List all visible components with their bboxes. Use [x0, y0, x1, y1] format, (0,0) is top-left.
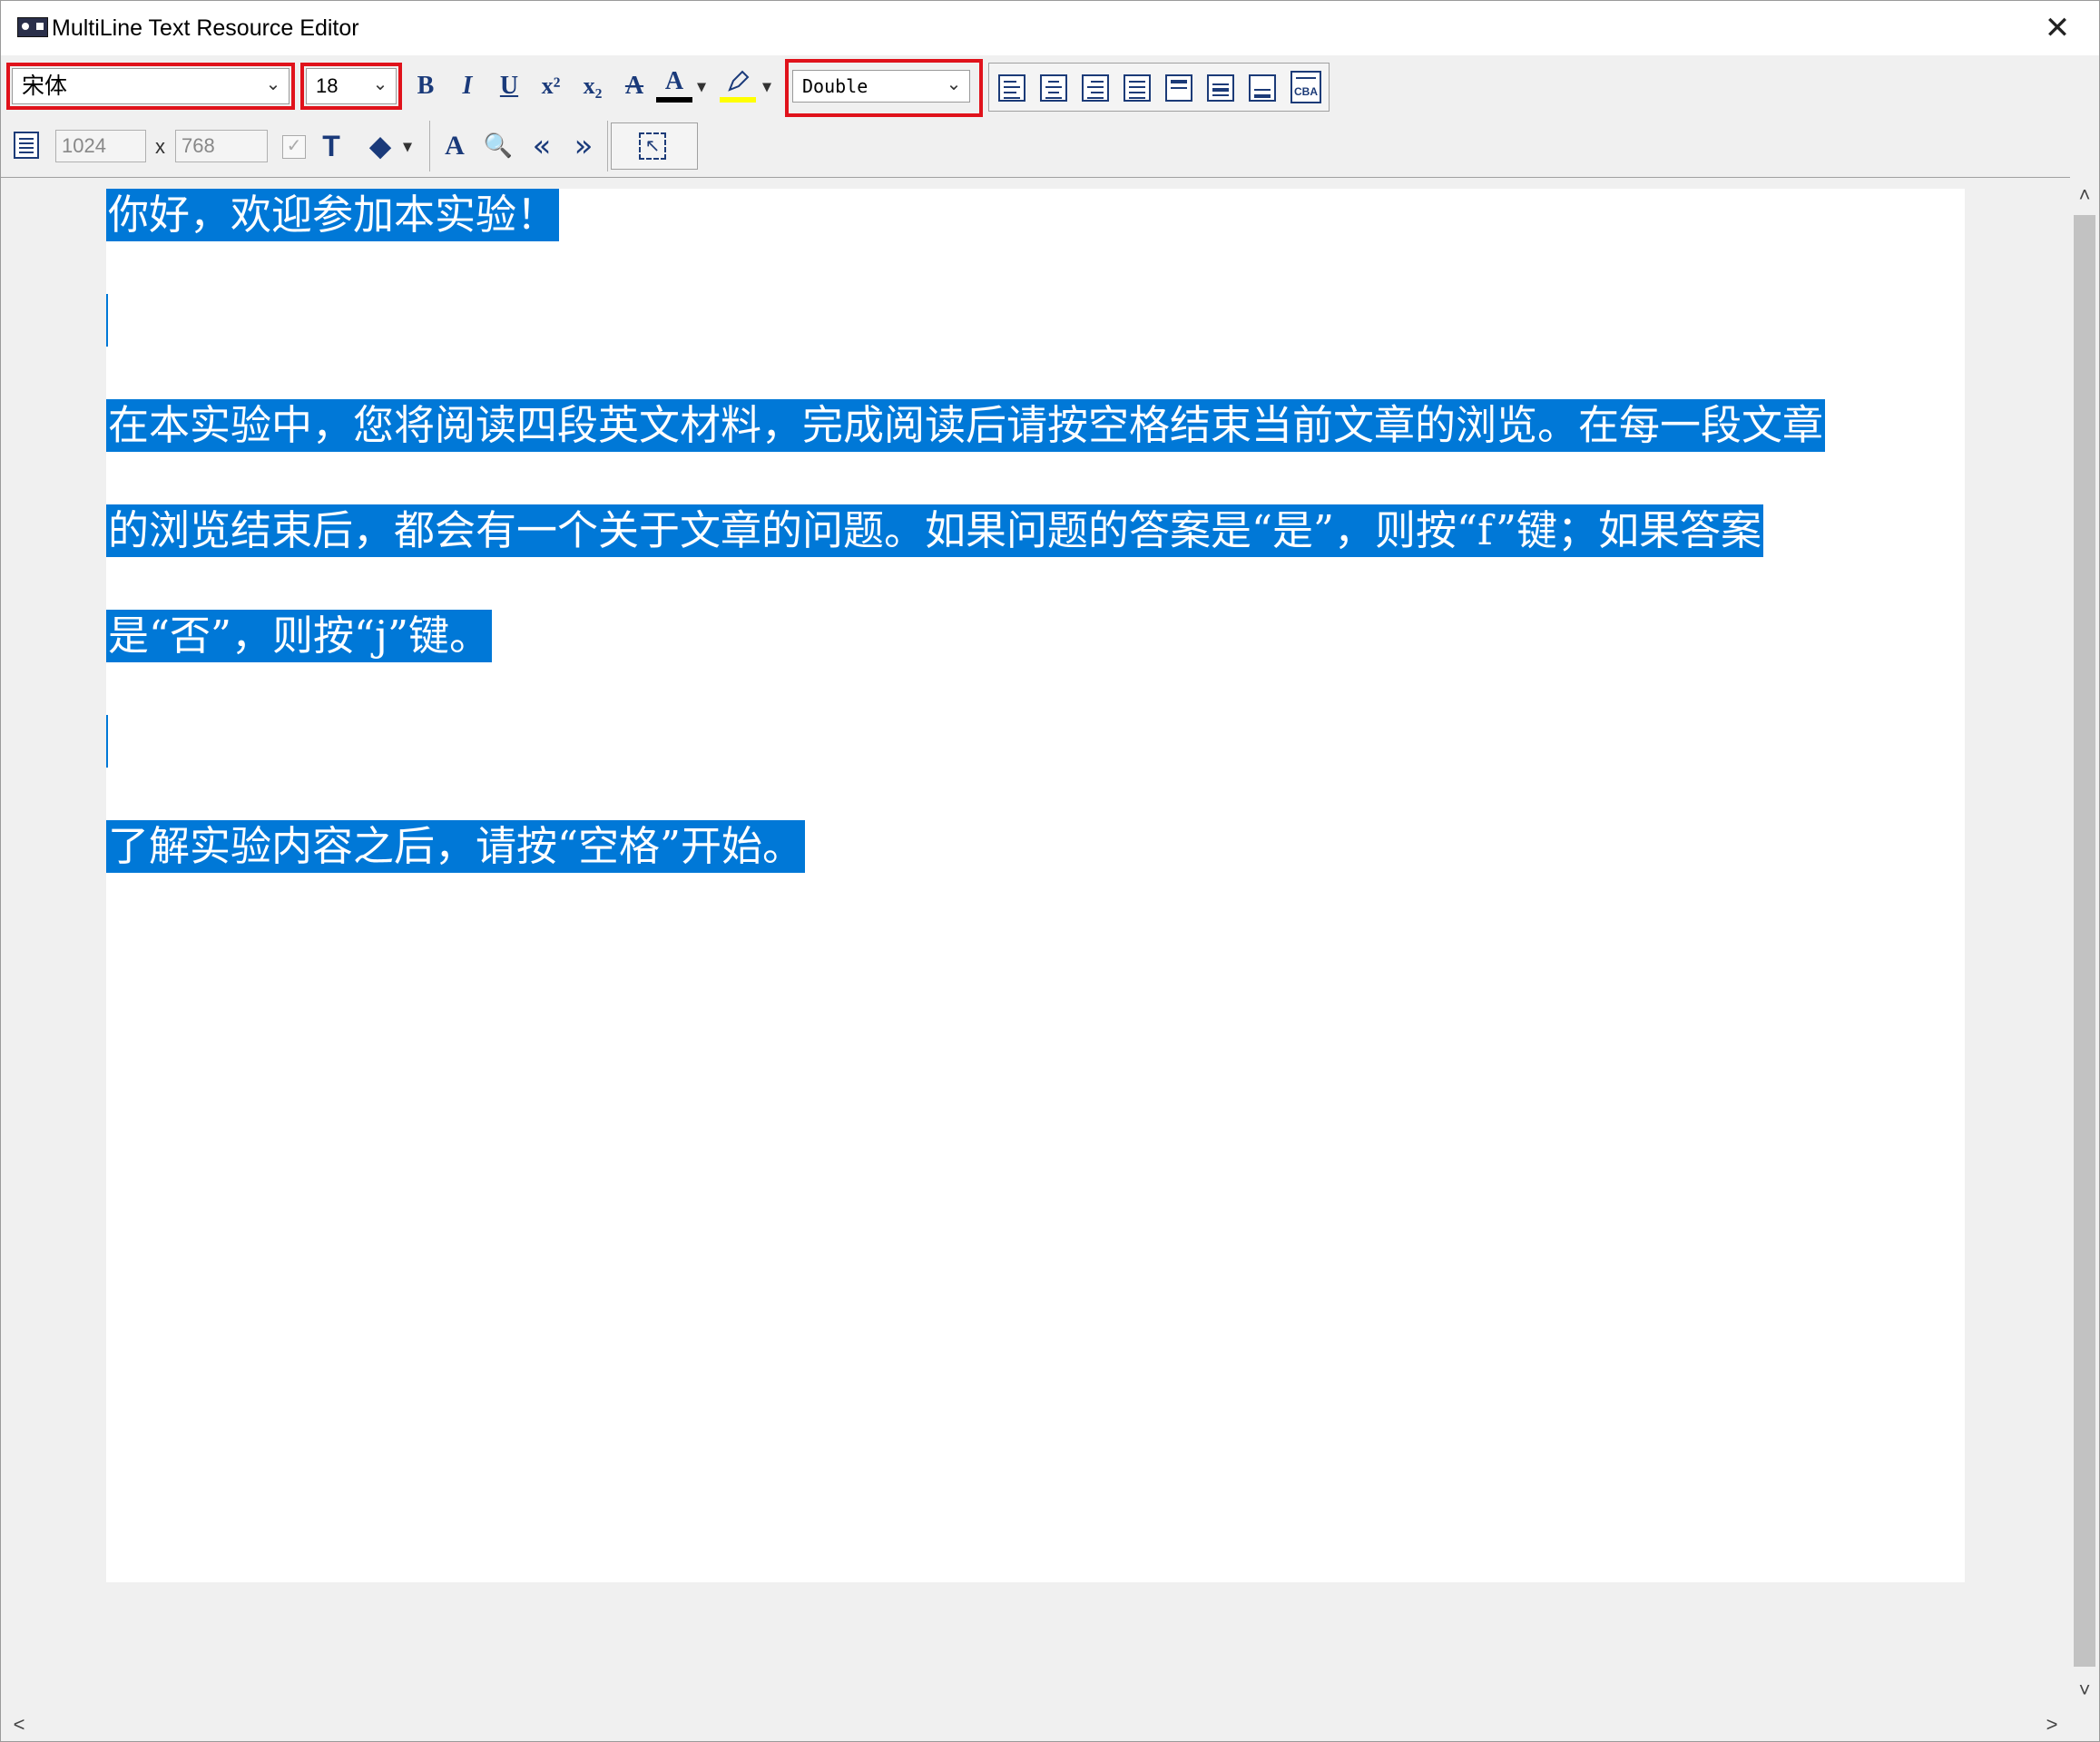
text-page[interactable]: 你好，欢迎参加本实验！ 在本实验中，您将阅读四段英文材料，完成阅读后请按空格结束… [106, 189, 1965, 1582]
vertical-scrollbar[interactable]: ˄ ˅ [2070, 177, 2099, 1708]
scroll-right-icon[interactable]: > [2037, 1710, 2066, 1739]
canvas-toolbar: 1024 x 768 ✓ T ◆ ▾ A 🔍 « » ↖ [1, 117, 2099, 175]
font-color-dropdown-icon[interactable]: ▾ [691, 68, 712, 104]
find-icon[interactable]: 🔍 [480, 128, 516, 164]
italic-button[interactable]: I [449, 68, 486, 104]
scroll-down-icon[interactable]: ˅ [2070, 1676, 2099, 1705]
window-title: MultiLine Text Resource Editor [52, 15, 359, 41]
next-button[interactable]: » [565, 128, 602, 164]
font-settings-icon[interactable]: A [437, 128, 473, 164]
page-settings-icon[interactable] [14, 132, 39, 159]
text-button[interactable]: T [313, 128, 349, 164]
superscript-button[interactable]: x² [533, 68, 569, 104]
scrollbar-corner [2070, 1708, 2099, 1741]
underline-button[interactable]: U [491, 68, 527, 104]
empty-line-caret [106, 715, 108, 768]
alignment-group: CBA [988, 63, 1330, 112]
scroll-left-icon[interactable]: < [5, 1710, 34, 1739]
scroll-up-icon[interactable]: ˄ [2070, 181, 2099, 210]
text-line-7[interactable]: 了解实验内容之后，请按“空格”开始。 [106, 820, 806, 873]
align-left-icon[interactable] [998, 74, 1025, 102]
marker-icon [728, 70, 750, 92]
close-button[interactable]: ✕ [2016, 1, 2099, 55]
strikethrough-button[interactable]: A [616, 68, 653, 104]
highlight-dropdown-icon[interactable]: ▾ [756, 68, 778, 104]
font-size-highlight [300, 63, 402, 110]
title-bar: MultiLine Text Resource Editor ✕ [1, 1, 2099, 55]
font-name-highlight [6, 63, 295, 110]
fill-color-dropdown-icon[interactable]: ▾ [397, 128, 418, 164]
text-line-3[interactable]: 在本实验中，您将阅读四段英文材料，完成阅读后请按空格结束当前文章的浏览。在每一段… [106, 399, 1826, 452]
select-pointer-icon[interactable]: ↖ [639, 132, 666, 160]
select-tool-group: ↖ [611, 122, 698, 170]
toolbar-separator [429, 121, 430, 171]
fill-color-icon[interactable]: ◆ [362, 128, 398, 164]
transparent-checkbox[interactable]: ✓ [282, 135, 306, 159]
editor-canvas[interactable]: 你好，欢迎参加本实验！ 在本实验中，您将阅读四段英文材料，完成阅读后请按空格结束… [1, 177, 2070, 1709]
horizontal-scrollbar[interactable]: < > [1, 1708, 2070, 1741]
align-middle-icon[interactable] [1207, 74, 1234, 102]
line-spacing-highlight [785, 59, 983, 117]
highlight-button[interactable] [720, 66, 756, 103]
text-line-1[interactable]: 你好，欢迎参加本实验！ [106, 189, 560, 241]
font-color-button[interactable]: A [656, 66, 692, 103]
subscript-button[interactable]: x₂ [574, 68, 611, 104]
vertical-scroll-thumb[interactable] [2074, 215, 2095, 1667]
previous-button[interactable]: « [524, 128, 560, 164]
text-line-4[interactable]: 的浏览结束后，都会有一个关于文章的问题。如果问题的答案是“是”，则按“f”键；如… [106, 504, 1763, 557]
width-field[interactable]: 1024 [55, 130, 146, 162]
empty-line-caret [106, 294, 108, 347]
app-icon [17, 17, 48, 37]
align-top-icon[interactable] [1165, 74, 1192, 102]
format-toolbar: 宋体 ⌄ 18 ⌄ B I U x² x₂ A A ▾ ▾ Double ⌄ C… [1, 57, 2099, 117]
align-bottom-icon[interactable] [1249, 74, 1276, 102]
size-separator: x [155, 135, 165, 158]
toolbar-separator [607, 121, 608, 171]
editor-window: MultiLine Text Resource Editor ✕ 宋体 ⌄ 18… [0, 0, 2100, 1742]
align-center-icon[interactable] [1040, 74, 1067, 102]
align-justify-icon[interactable] [1124, 74, 1151, 102]
text-line-5[interactable]: 是“否”，则按“j”键。 [106, 610, 492, 662]
height-field[interactable]: 768 [175, 130, 268, 162]
align-right-icon[interactable] [1082, 74, 1109, 102]
bold-button[interactable]: B [407, 68, 444, 104]
right-to-left-icon[interactable]: CBA [1290, 71, 1321, 103]
